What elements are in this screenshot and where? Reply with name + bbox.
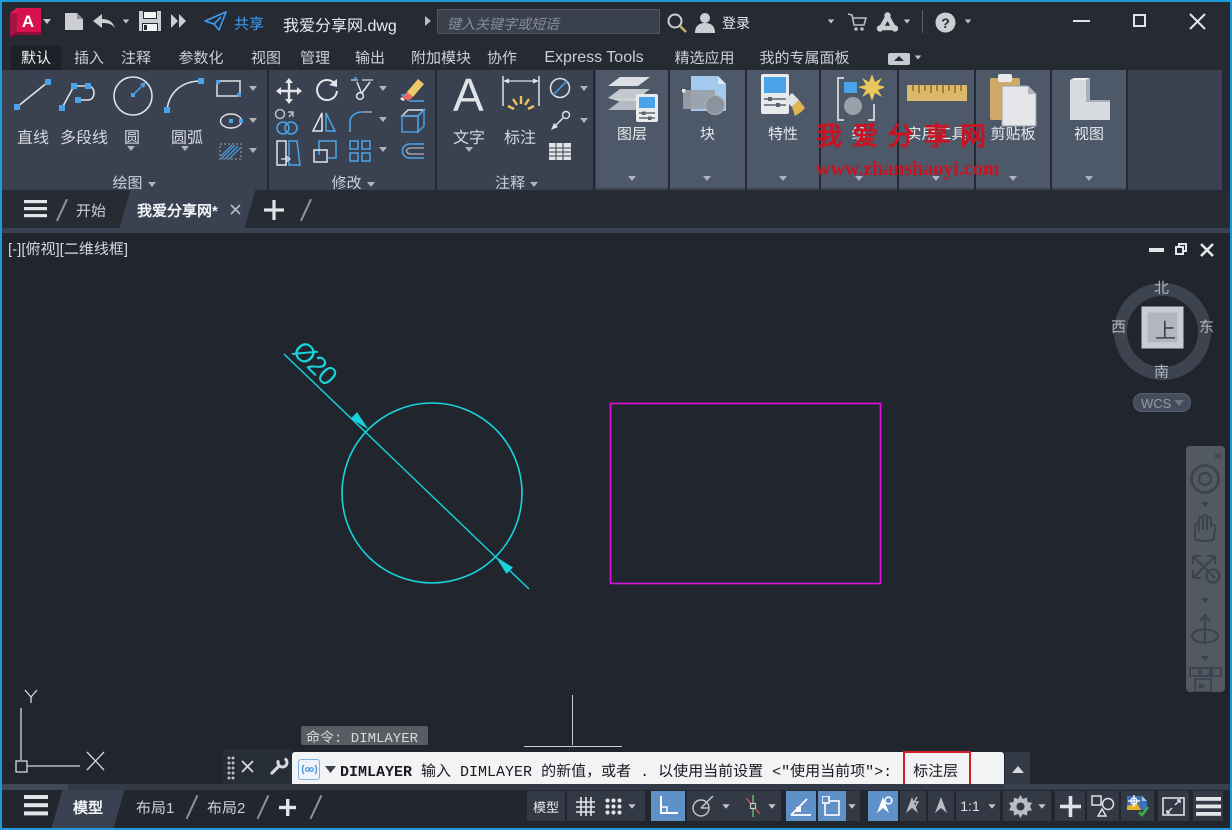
- svg-text:A: A: [22, 12, 34, 31]
- svg-text:?: ?: [941, 15, 950, 31]
- svg-text:Ø20: Ø20: [287, 335, 344, 392]
